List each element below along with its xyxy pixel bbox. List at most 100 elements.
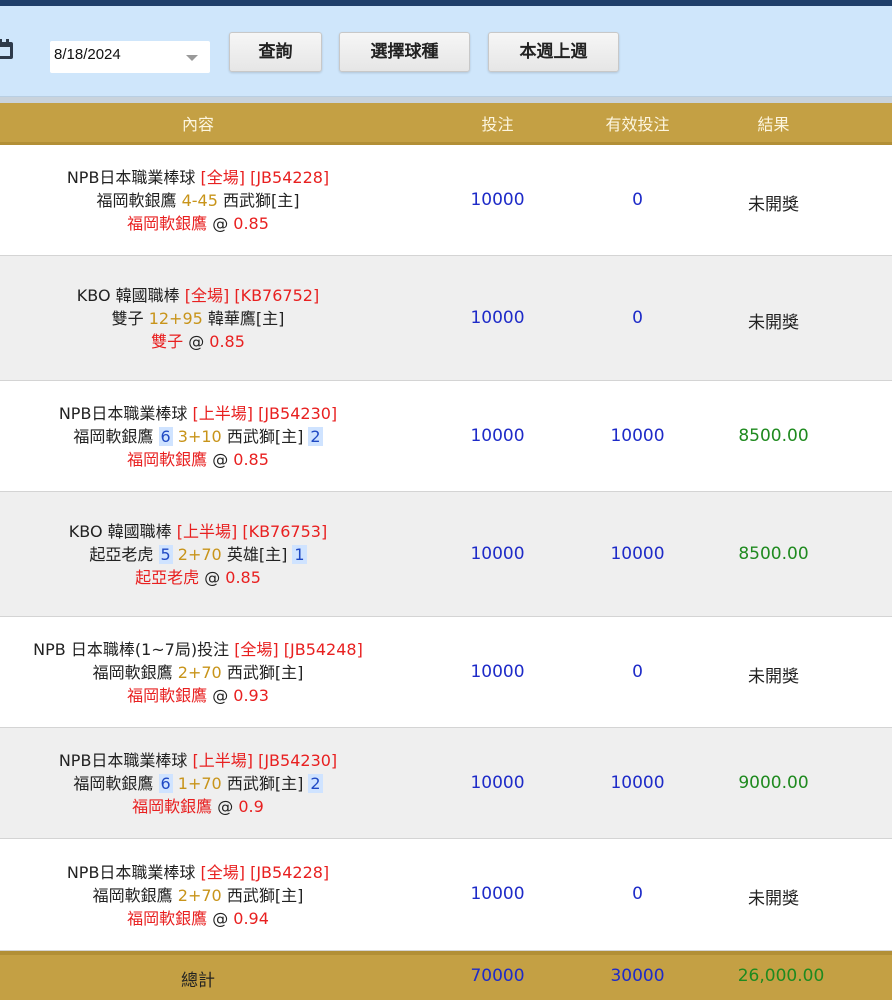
odds: 0.9 <box>238 797 264 816</box>
league-name: NPB日本職業棒球 <box>58 404 193 423</box>
bet-league-line: NPB日本職業棒球 [上半場] [JB54230] <box>0 749 396 772</box>
away-team: 西武獅[主] <box>226 886 304 905</box>
bet-content: NPB日本職業棒球 [上半場] [JB54230] 福岡軟銀鷹 6 3+10 西武… <box>0 402 396 471</box>
date-select[interactable]: 8/18/2024 <box>50 41 210 73</box>
market-code: [全場] [KB76752] <box>184 286 320 305</box>
header-content: 內容 <box>181 115 214 134</box>
handicap-line: 2+70 <box>177 663 222 682</box>
handicap-line: 2+70 <box>177 886 222 905</box>
market-code: [上半場] [JB54230] <box>192 751 338 770</box>
totals-row: 總計 70000 30000 26,000.00 <box>0 951 892 1000</box>
home-team: 福岡軟銀鷹 <box>92 886 173 905</box>
away-team: 英雄[主] <box>226 545 288 564</box>
table-row: NPB日本職業棒球 [上半場] [JB54230] 福岡軟銀鷹 6 3+10 西武… <box>0 381 892 492</box>
matchup-line: 起亞老虎 5 2+70 英雄[主] 1 <box>0 543 396 566</box>
handicap-line: 1+70 <box>177 774 222 793</box>
stake-cell: 10000 <box>470 662 525 682</box>
home-team: 起亞老虎 <box>89 545 154 564</box>
stake-cell: 10000 <box>470 884 525 904</box>
result-cell: 未開獎 <box>748 313 799 333</box>
chevron-down-icon <box>186 55 198 61</box>
header-result: 結果 <box>757 115 790 134</box>
table-header: 內容 投注 有效投注 結果 <box>0 103 892 145</box>
bet-content: KBO 韓國職棒 [上半場] [KB76753] 起亞老虎 5 2+70 英雄[主… <box>0 520 396 589</box>
home-team: 雙子 <box>111 309 144 328</box>
totals-stake: 70000 <box>470 966 525 986</box>
odds: 0.85 <box>233 450 269 469</box>
league-name: KBO 韓國職棒 <box>68 522 177 541</box>
stake-cell: 10000 <box>470 773 525 793</box>
odds: 0.85 <box>233 214 269 233</box>
away-score: 1 <box>292 545 307 564</box>
result-cell: 9000.00 <box>738 773 809 793</box>
table-row: KBO 韓國職棒 [上半場] [KB76753] 起亞老虎 5 2+70 英雄[主… <box>0 492 892 617</box>
header-valid-stake: 有效投注 <box>605 115 670 134</box>
away-team: 西武獅[主] <box>223 191 300 210</box>
result-cell: 未開獎 <box>748 195 799 215</box>
away-score: 2 <box>308 774 323 793</box>
home-team: 福岡軟銀鷹 <box>73 427 154 446</box>
select-sport-button[interactable]: 選擇球種 <box>339 32 470 72</box>
stake-cell: 10000 <box>470 190 525 210</box>
home-score: 6 <box>158 774 173 793</box>
league-name: KBO 韓國職棒 <box>76 286 185 305</box>
odds: 0.85 <box>209 332 245 351</box>
bet-content: NPB 日本職棒(1~7局)投注 [全場] [JB54248] 福岡軟銀鷹 2+7… <box>0 638 396 707</box>
query-button[interactable]: 查詢 <box>229 32 322 72</box>
pick-line: 起亞老虎 @ 0.85 <box>135 568 261 587</box>
valid-stake-cell: 0 <box>632 190 643 210</box>
bet-league-line: NPB日本職業棒球 [全場] [JB54228] <box>0 861 396 884</box>
filter-toolbar: 8/18/2024 查詢 選擇球種 本週上週 <box>0 6 892 97</box>
pick-line: 福岡軟銀鷹 @ 0.93 <box>127 686 269 705</box>
matchup-line: 福岡軟銀鷹 6 3+10 西武獅[主] 2 <box>0 425 396 448</box>
home-team: 福岡軟銀鷹 <box>92 663 173 682</box>
totals-label: 總計 <box>181 971 215 991</box>
handicap-line: 3+10 <box>177 427 222 446</box>
table-row: NPB日本職業棒球 [全場] [JB54228] 福岡軟銀鷹 2+70 西武獅[主… <box>0 839 892 951</box>
valid-stake-cell: 0 <box>632 662 643 682</box>
home-team: 福岡軟銀鷹 <box>73 774 154 793</box>
away-team: 西武獅[主] <box>226 774 304 793</box>
stake-cell: 10000 <box>470 426 525 446</box>
pick-line: 福岡軟銀鷹 @ 0.85 <box>127 214 269 233</box>
table-row: KBO 韓國職棒 [全場] [KB76752] 雙子 12+95 韓華鷹[主] 雙子… <box>0 256 892 381</box>
market-code: [全場] [JB54228] <box>200 863 330 882</box>
pick-line: 福岡軟銀鷹 @ 0.9 <box>132 797 264 816</box>
away-team: 西武獅[主] <box>226 663 304 682</box>
bet-content: NPB日本職業棒球 [全場] [JB54228] 福岡軟銀鷹 2+70 西武獅[主… <box>0 861 396 930</box>
handicap-line: 12+95 <box>148 309 203 328</box>
bet-content: NPB日本職業棒球 [全場] [JB54228] 福岡軟銀鷹 4-45 西武獅[主… <box>0 166 396 235</box>
pick-line: 雙子 @ 0.85 <box>151 332 245 351</box>
calendar-icon[interactable] <box>0 38 14 60</box>
valid-stake-cell: 10000 <box>610 773 665 793</box>
table-row: NPB日本職業棒球 [全場] [JB54228] 福岡軟銀鷹 4-45 西武獅[主… <box>0 145 892 256</box>
result-cell: 未開獎 <box>748 889 799 909</box>
odds: 0.93 <box>233 686 269 705</box>
result-cell: 8500.00 <box>738 426 809 446</box>
market-code: [上半場] [KB76753] <box>176 522 328 541</box>
table-row: NPB 日本職棒(1~7局)投注 [全場] [JB54248] 福岡軟銀鷹 2+7… <box>0 617 892 728</box>
picked-team: 福岡軟銀鷹 <box>127 686 208 705</box>
totals-valid-stake: 30000 <box>610 966 665 986</box>
stake-cell: 10000 <box>470 544 525 564</box>
bet-content: NPB日本職業棒球 [上半場] [JB54230] 福岡軟銀鷹 6 1+70 西武… <box>0 749 396 818</box>
totals-result: 26,000.00 <box>737 966 825 986</box>
home-score: 5 <box>158 545 173 564</box>
market-code: [全場] [JB54248] <box>234 640 363 659</box>
away-team: 西武獅[主] <box>226 427 304 446</box>
league-name: NPB 日本職棒(1~7局)投注 <box>33 640 235 659</box>
date-value: 8/18/2024 <box>54 46 121 63</box>
table-row: NPB日本職業棒球 [上半場] [JB54230] 福岡軟銀鷹 6 1+70 西武… <box>0 728 892 839</box>
picked-team: 雙子 <box>151 332 184 351</box>
week-range-button[interactable]: 本週上週 <box>488 32 619 72</box>
handicap-line: 2+70 <box>177 545 222 564</box>
away-team: 韓華鷹[主] <box>207 309 285 328</box>
pick-line: 福岡軟銀鷹 @ 0.85 <box>127 450 269 469</box>
league-name: NPB日本職業棒球 <box>66 863 201 882</box>
bet-league-line: KBO 韓國職棒 [全場] [KB76752] <box>0 284 396 307</box>
away-score: 2 <box>308 427 323 446</box>
picked-team: 福岡軟銀鷹 <box>127 450 208 469</box>
picked-team: 福岡軟銀鷹 <box>127 214 208 233</box>
valid-stake-cell: 0 <box>632 308 643 328</box>
matchup-line: 雙子 12+95 韓華鷹[主] <box>0 307 396 330</box>
